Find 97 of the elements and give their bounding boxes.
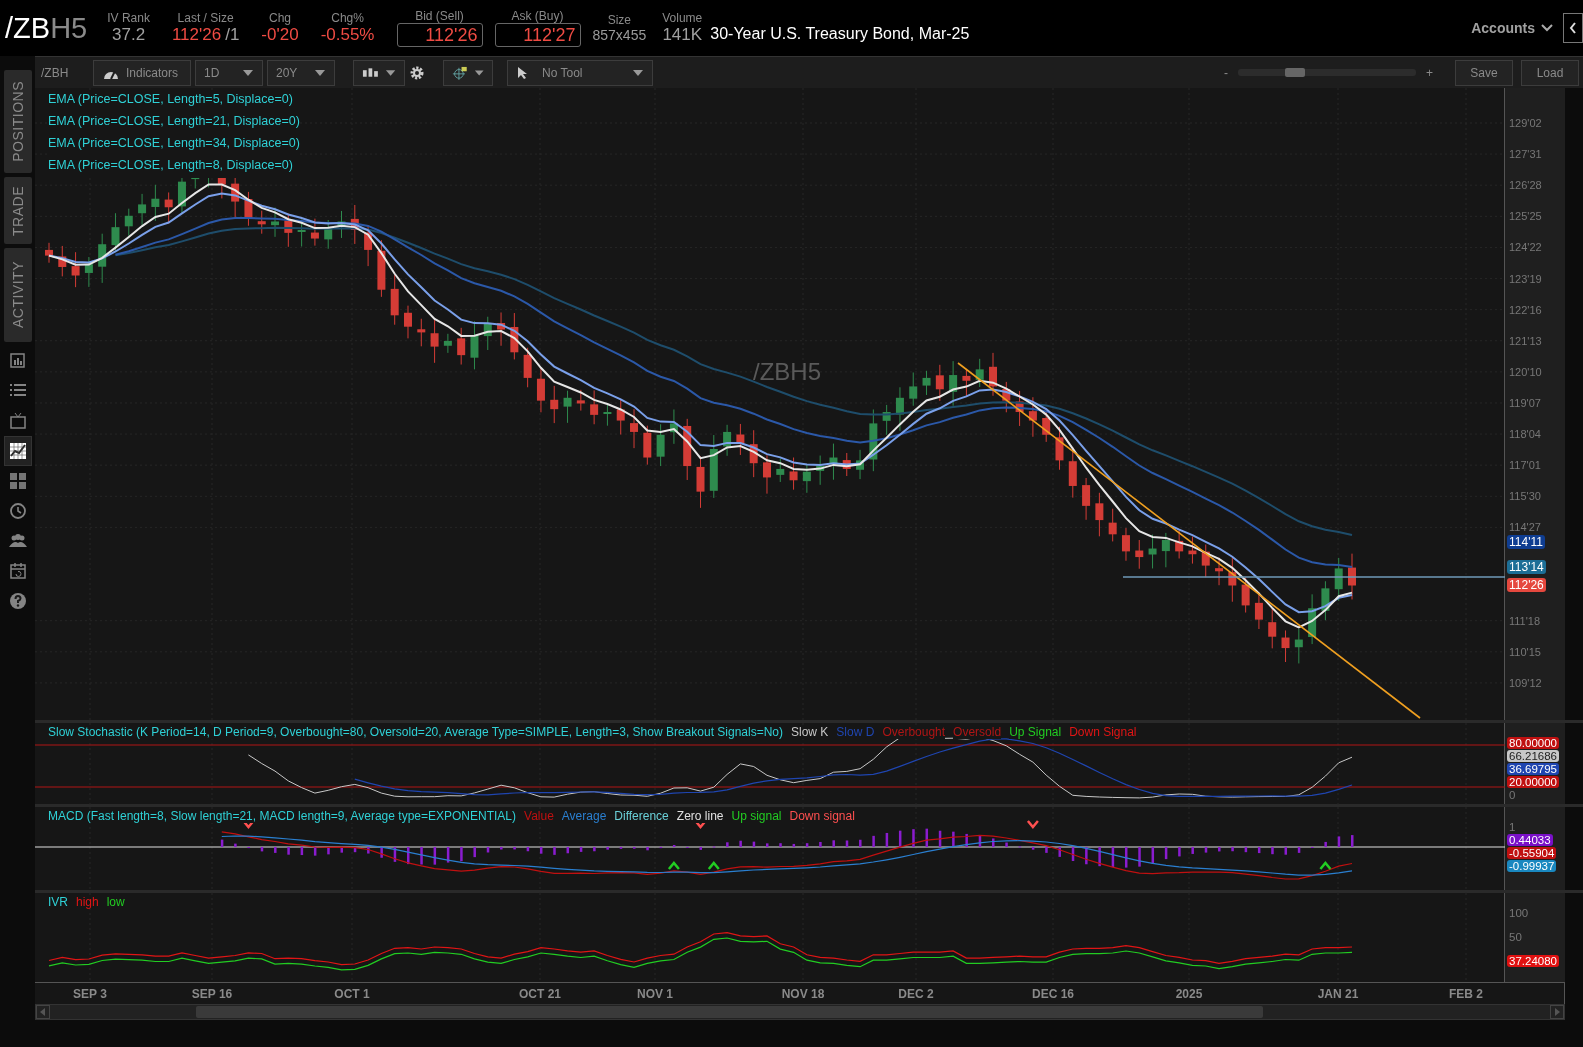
axis-tick-label: 122'16 xyxy=(1509,303,1542,316)
axis-tick-label: 121'13 xyxy=(1509,334,1542,347)
study-legend: EMA (Price=CLOSE, Length=8, Displace=0) xyxy=(48,156,293,178)
quote-value: 37.2 xyxy=(112,25,146,45)
date-label: SEP 3 xyxy=(73,987,107,1001)
save-button[interactable]: Save xyxy=(1455,59,1513,86)
axis-tick-label: 114'27 xyxy=(1509,521,1541,534)
axis-tick-label: 118'04 xyxy=(1509,428,1541,441)
side-tab[interactable]: POSITIONS xyxy=(3,70,32,173)
legend-label: Difference xyxy=(614,809,669,823)
legend-label: Average xyxy=(561,809,607,823)
legend-label: Value xyxy=(524,809,554,823)
axis-tick-label: 120'10 xyxy=(1509,365,1542,378)
load-button[interactable]: Load xyxy=(1521,59,1579,86)
study-title: MACD (Fast length=8, Slow length=21, MACD length=9, Average type=EXPONENTIAL) xyxy=(48,809,516,823)
study-legend: EMA (Price=CLOSE, Length=21, Displace=0) xyxy=(48,112,300,134)
axis-value-tag: -0.99937 xyxy=(1507,860,1557,872)
axis-tick-label: 119'07 xyxy=(1509,396,1541,409)
zoom-out-button[interactable]: - xyxy=(1224,65,1228,80)
price-tag: 112'26 xyxy=(1507,578,1546,593)
axis-tick-label: 126'28 xyxy=(1509,179,1542,192)
quote-label: Ask (Buy) xyxy=(511,9,564,23)
accounts-menu[interactable]: Accounts xyxy=(1471,20,1535,36)
axis-value-tag: 0.44033 xyxy=(1507,834,1553,846)
price-tag: 113'14 xyxy=(1507,560,1546,575)
legend-label: Down Signal xyxy=(1069,725,1137,739)
study-title: IVR xyxy=(48,895,68,909)
quote-label: Chg% xyxy=(331,11,364,25)
date-label: OCT 21 xyxy=(519,987,561,1001)
quote-value: 857x455 xyxy=(592,27,647,43)
price-field[interactable]: 112'27 xyxy=(494,23,581,47)
quote-label: Last / Size xyxy=(177,11,234,25)
axis-tick-label: 100 xyxy=(1508,907,1530,919)
legend-label: Up signal xyxy=(731,809,782,823)
side-tab[interactable]: TRADE xyxy=(3,177,32,244)
axis-tick-label: 111'18 xyxy=(1509,614,1541,627)
axis-tick-label: 50 xyxy=(1508,931,1523,943)
axis-value-tag: 20.00000 xyxy=(1507,776,1559,788)
date-label: FEB 2 xyxy=(1449,987,1483,1001)
date-label: SEP 16 xyxy=(191,987,233,1001)
date-label: JAN 21 xyxy=(1317,987,1359,1001)
legend-label: Oversold xyxy=(953,725,1002,739)
axis-tick-label: 110'15 xyxy=(1509,645,1541,658)
axis-tick-label: 124'22 xyxy=(1509,241,1542,254)
quote-value: -0'20 xyxy=(261,25,299,45)
quote-value: -0.55% xyxy=(320,25,375,45)
quote-label: Volume xyxy=(662,11,703,25)
axis-value-tag: 36.69795 xyxy=(1507,763,1559,775)
study-title: Slow Stochastic (K Period=14, D Period=9, Overbought=80, Oversold=20, Average Type=SIMPLE, Length=3, Show Breakout Signals=No) xyxy=(48,725,783,739)
axis-tick-label: 127'31 xyxy=(1509,148,1542,161)
date-label: NOV 1 xyxy=(637,987,673,1001)
legend-label: Up Signal xyxy=(1009,725,1062,739)
quote-label: Chg xyxy=(268,11,291,25)
indicators-button[interactable]: Indicators xyxy=(93,59,191,86)
quote-value: 141K xyxy=(662,25,703,45)
side-tab[interactable]: ACTIVITY xyxy=(3,248,32,342)
quote-label: Bid (Sell) xyxy=(415,9,464,23)
axis-tick-label: 125'25 xyxy=(1509,210,1542,223)
date-label: DEC 2 xyxy=(898,987,934,1001)
quote-label: IV Rank xyxy=(107,11,150,25)
quote-value: /1 xyxy=(225,25,240,45)
axis-tick-label: 0 xyxy=(1508,789,1517,801)
quote-value: 112'26 xyxy=(171,25,222,45)
zoom-in-button[interactable]: + xyxy=(1426,65,1433,80)
axis-value-tag: -0.55904 xyxy=(1507,847,1557,859)
axis-tick-label: 109'12 xyxy=(1509,676,1542,689)
axis-value-tag: 80.00000 xyxy=(1507,737,1559,749)
axis-tick-label: 1 xyxy=(1508,821,1517,833)
quote-label: Size xyxy=(607,13,632,27)
legend-label: low xyxy=(106,895,125,909)
legend-label: high xyxy=(76,895,99,909)
date-label: NOV 18 xyxy=(781,987,825,1001)
timeframe-dropdown[interactable]: 20Y xyxy=(267,59,335,86)
date-label: 2025 xyxy=(1175,987,1203,1001)
axis-tick-label: 117'01 xyxy=(1509,459,1541,472)
axis-tick-label: 115'30 xyxy=(1509,490,1541,503)
axis-value-tag: 37.24080 xyxy=(1507,955,1559,967)
legend-label: Zero line xyxy=(676,809,724,823)
legend-label: Overbought xyxy=(882,725,946,739)
tool-dropdown[interactable]: No Tool xyxy=(507,59,653,86)
axis-value-tag: 66.21686 xyxy=(1507,750,1559,762)
legend-label: Slow D xyxy=(836,725,875,739)
study-legend: EMA (Price=CLOSE, Length=5, Displace=0) xyxy=(48,90,293,112)
axis-tick-label: 129'02 xyxy=(1509,117,1542,129)
instrument-description: 30-Year U.S. Treasury Bond, Mar-25 xyxy=(710,25,970,43)
aggregation-dropdown[interactable]: 1D xyxy=(195,59,263,86)
symbol-watermark: /ZBH5 xyxy=(753,358,821,385)
ticker-symbol: /ZBH5 xyxy=(5,11,88,45)
price-tag: 114'11 xyxy=(1507,534,1545,549)
symbol-label: /ZBH xyxy=(41,65,70,80)
price-field[interactable]: 112'26 xyxy=(396,23,483,47)
axis-tick-label: 123'19 xyxy=(1509,272,1542,285)
legend-label: Down signal xyxy=(789,809,855,823)
date-label: DEC 16 xyxy=(1032,987,1074,1001)
date-label: OCT 1 xyxy=(334,987,370,1001)
legend-label: Slow K xyxy=(791,725,829,739)
study-legend: EMA (Price=CLOSE, Length=34, Displace=0) xyxy=(48,134,300,156)
